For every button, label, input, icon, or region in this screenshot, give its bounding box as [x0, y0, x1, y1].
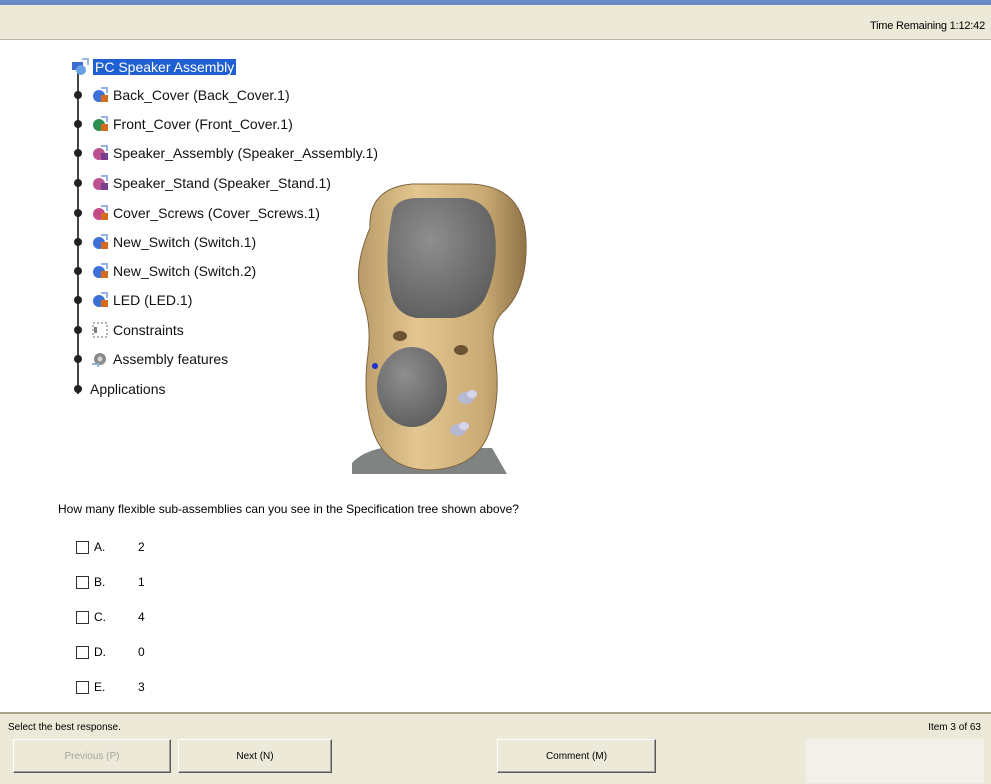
part-icon — [90, 115, 110, 133]
subassembly-icon — [90, 174, 110, 192]
tree-item-constraints[interactable]: Constraints — [74, 319, 184, 341]
part-icon — [90, 233, 110, 251]
previous-button[interactable]: Previous (P) — [13, 739, 171, 773]
speaker-image — [352, 178, 532, 474]
expand-icon[interactable] — [74, 326, 82, 334]
subassembly-icon — [90, 204, 110, 222]
status-panel — [806, 739, 984, 783]
tree-item-cover-screws[interactable]: Cover_Screws (Cover_Screws.1) — [74, 202, 320, 224]
instruction-text: Select the best response. — [8, 722, 121, 733]
subassembly-icon — [90, 144, 110, 162]
tree-root-label: PC Speaker Assembly — [93, 59, 237, 75]
item-counter: Item 3 of 63 — [928, 722, 981, 733]
tree-item-assembly-features[interactable]: Assembly features — [74, 348, 228, 370]
checkbox[interactable] — [76, 645, 89, 659]
next-button[interactable]: Next (N) — [178, 739, 332, 773]
gear-icon — [90, 350, 110, 368]
tree-item-speaker-stand[interactable]: Speaker_Stand (Speaker_Stand.1) — [74, 172, 331, 194]
tree-item-led[interactable]: LED (LED.1) — [74, 289, 192, 311]
expand-icon[interactable] — [74, 296, 82, 304]
answer-option-e[interactable]: E. 3 — [76, 678, 145, 696]
product-icon — [70, 58, 90, 76]
checkbox[interactable] — [76, 680, 89, 694]
answer-option-a[interactable]: A. 2 — [76, 538, 145, 556]
expand-icon[interactable] — [74, 179, 82, 187]
expand-icon[interactable] — [74, 355, 82, 363]
part-icon — [90, 262, 110, 280]
expand-icon[interactable] — [74, 267, 82, 275]
time-remaining: Time Remaining 1:12:42 — [869, 20, 985, 32]
tree-item-front-cover[interactable]: Front_Cover (Front_Cover.1) — [74, 113, 293, 135]
checkbox[interactable] — [76, 610, 89, 624]
expand-icon[interactable] — [74, 209, 82, 217]
checkbox[interactable] — [76, 540, 89, 554]
constraints-icon — [90, 321, 110, 339]
tree-root[interactable]: PC Speaker Assembly — [70, 56, 237, 78]
checkbox[interactable] — [76, 575, 89, 589]
tree-item-applications[interactable]: Applications — [74, 378, 166, 400]
expand-icon[interactable] — [74, 238, 82, 246]
expand-icon[interactable] — [74, 120, 82, 128]
part-icon — [90, 291, 110, 309]
answer-option-c[interactable]: C. 4 — [76, 608, 145, 626]
answer-option-d[interactable]: D. 0 — [76, 643, 145, 661]
expand-icon[interactable] — [74, 91, 82, 99]
tree-item-speaker-assembly[interactable]: Speaker_Assembly (Speaker_Assembly.1) — [74, 142, 378, 164]
navigation-bar: Select the best response. Item 3 of 63 P… — [0, 712, 991, 784]
title-bar: Time Remaining 1:12:42 — [0, 0, 991, 40]
expand-icon[interactable] — [74, 149, 82, 157]
question-text: How many flexible sub-assemblies can you… — [58, 502, 519, 516]
answer-option-b[interactable]: B. 1 — [76, 573, 145, 591]
part-icon — [90, 86, 110, 104]
comment-button[interactable]: Comment (M) — [497, 739, 656, 773]
tree-item-new-switch-2[interactable]: New_Switch (Switch.2) — [74, 260, 256, 282]
tree-item-new-switch-1[interactable]: New_Switch (Switch.1) — [74, 231, 256, 253]
expand-icon[interactable] — [74, 385, 82, 393]
tree-item-back-cover[interactable]: Back_Cover (Back_Cover.1) — [74, 84, 290, 106]
